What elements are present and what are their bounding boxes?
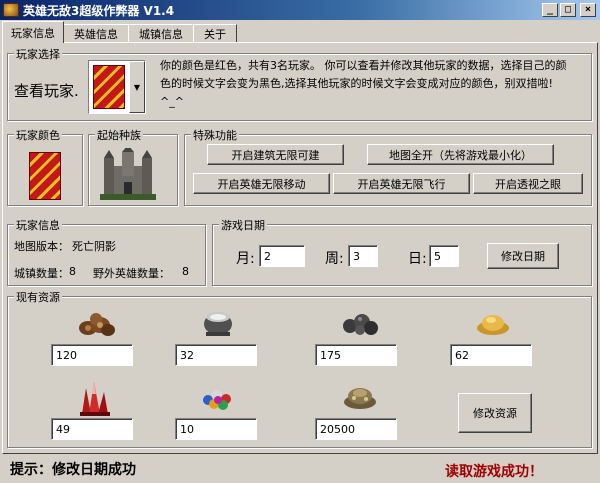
sulfur-icon xyxy=(477,315,509,335)
player-color-select[interactable]: ▼ xyxy=(88,60,146,114)
modify-date-button[interactable]: 修改日期 xyxy=(487,243,559,269)
maximize-button[interactable]: □ xyxy=(560,3,576,17)
day-input[interactable] xyxy=(429,245,459,267)
tab-town-info[interactable]: 城镇信息 xyxy=(128,24,194,43)
towns-value: 8 xyxy=(69,265,76,278)
tab-about[interactable]: 关于 xyxy=(193,24,237,43)
gems-input[interactable] xyxy=(175,418,257,440)
crystal-icon xyxy=(80,382,110,416)
towns-label: 城镇数量： xyxy=(14,267,69,280)
tab-player-info[interactable]: 玩家信息 xyxy=(2,21,64,43)
gold-input[interactable] xyxy=(315,418,397,440)
castle-icon xyxy=(100,148,156,200)
month-label: 月: xyxy=(236,251,255,267)
player-info-label: 玩家信息 xyxy=(14,217,62,233)
chevron-down-icon[interactable]: ▼ xyxy=(129,61,145,113)
tab-hero-info[interactable]: 英雄信息 xyxy=(63,24,129,43)
red-flag-icon xyxy=(93,65,125,109)
minimize-button[interactable]: _ xyxy=(542,3,558,17)
wild-heroes-value: 8 xyxy=(182,265,189,278)
resources-label: 现有资源 xyxy=(14,289,62,305)
player-description: 你的颜色是红色，共有3名玩家。 你可以查看并修改其他玩家的数据，选择目己的颜色的… xyxy=(160,59,567,108)
wood-input[interactable] xyxy=(51,344,133,366)
view-player-label: 查看玩家. xyxy=(14,82,79,100)
ore-icon xyxy=(343,314,378,335)
mercury-input[interactable] xyxy=(175,344,257,366)
player-flag-icon xyxy=(29,152,61,200)
window-title: 英雄无敌3超级作弊器 V1.4 xyxy=(23,3,175,18)
week-label: 周: xyxy=(325,251,344,267)
week-input[interactable] xyxy=(348,245,378,267)
status-bar: 提示：修改日期成功 读取游戏成功！ xyxy=(0,455,600,483)
hero-infinite-fly-button[interactable]: 开启英雄无限飞行 xyxy=(333,173,470,194)
status-hint: 提示：修改日期成功 xyxy=(10,462,136,478)
map-reveal-button[interactable]: 地图全开（先将游戏最小化） xyxy=(367,144,554,165)
map-version-value: 死亡阴影 xyxy=(72,240,116,253)
gems-icon xyxy=(203,390,231,410)
wood-icon xyxy=(79,313,115,336)
crystal-input[interactable] xyxy=(51,418,133,440)
app-icon xyxy=(3,3,19,17)
title-bar: 英雄无敌3超级作弊器 V1.4 _ □ × xyxy=(0,0,600,20)
ore-input[interactable] xyxy=(315,344,397,366)
read-status: 读取游戏成功！ xyxy=(445,464,543,480)
gold-icon xyxy=(344,388,376,409)
see-through-button[interactable]: 开启透视之眼 xyxy=(473,173,583,194)
tab-strip: 玩家信息 英雄信息 城镇信息 关于 xyxy=(2,21,237,43)
special-features-label: 特殊功能 xyxy=(191,127,239,143)
player-color-label: 玩家颜色 xyxy=(14,127,62,143)
modify-resources-button[interactable]: 修改资源 xyxy=(458,393,532,433)
build-unlimited-button[interactable]: 开启建筑无限可建 xyxy=(207,144,344,165)
close-button[interactable]: × xyxy=(580,3,596,17)
sulfur-input[interactable] xyxy=(450,344,532,366)
start-race-label: 起始种族 xyxy=(95,127,143,143)
mercury-icon xyxy=(204,312,232,336)
month-input[interactable] xyxy=(259,245,305,267)
game-date-label: 游戏日期 xyxy=(219,217,267,233)
map-version-label: 地图版本： xyxy=(14,240,69,253)
day-label: 日: xyxy=(408,251,427,267)
wild-heroes-label: 野外英雄数量： xyxy=(93,267,170,280)
hero-infinite-move-button[interactable]: 开启英雄无限移动 xyxy=(193,173,330,194)
player-select-label: 玩家选择 xyxy=(14,46,62,62)
